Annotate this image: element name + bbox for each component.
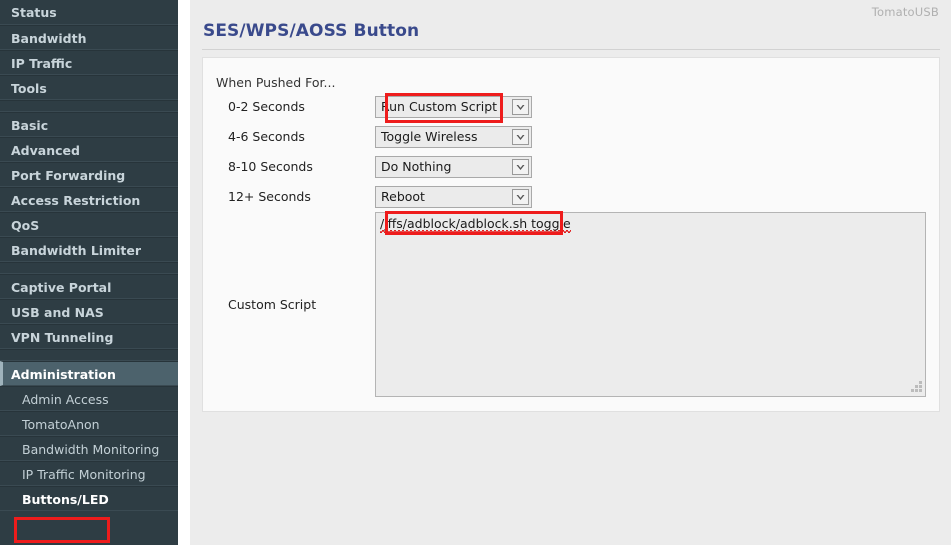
sidebar-item-label: Status — [11, 5, 57, 20]
sidebar-item-port-forwarding[interactable]: Port Forwarding — [0, 162, 178, 187]
sidebar-item-ip-traffic-monitoring[interactable]: IP Traffic Monitoring — [0, 461, 178, 486]
sidebar-item-label: VPN Tunneling — [11, 330, 114, 345]
sidebar-spacer — [0, 262, 178, 274]
duration-label: 4-6 Seconds — [228, 129, 305, 144]
sidebar-item-label: IP Traffic Monitoring — [22, 467, 146, 482]
sidebar-item-status[interactable]: Status — [0, 0, 178, 25]
action-select-value: Run Custom Script — [381, 99, 498, 114]
sidebar-item-usb-and-nas[interactable]: USB and NAS — [0, 299, 178, 324]
sidebar-item-label: Access Restriction — [11, 193, 141, 208]
sidebar-item-label: Admin Access — [22, 392, 109, 407]
sidebar-item-access-restriction[interactable]: Access Restriction — [0, 187, 178, 212]
sidebar-item-label: Buttons/LED — [22, 492, 109, 507]
sidebar-item-label: USB and NAS — [11, 305, 104, 320]
chevron-down-icon[interactable] — [512, 129, 529, 145]
sidebar-item-label: TomatoAnon — [22, 417, 100, 432]
sidebar-item-label: Advanced — [11, 143, 80, 158]
chevron-down-icon[interactable] — [512, 99, 529, 115]
sidebar-item-advanced[interactable]: Advanced — [0, 137, 178, 162]
sidebar-item-administration[interactable]: Administration — [0, 361, 178, 386]
duration-label: 0-2 Seconds — [228, 99, 305, 114]
sidebar-item-label: Port Forwarding — [11, 168, 126, 183]
sidebar-item-label: Bandwidth Limiter — [11, 243, 141, 258]
sidebar-item-bandwidth-limiter[interactable]: Bandwidth Limiter — [0, 237, 178, 262]
action-select[interactable]: Reboot — [375, 186, 532, 208]
sidebar-spacer — [0, 100, 178, 112]
section-heading: When Pushed For... — [216, 75, 336, 90]
sidebar-item-vpn-tunneling[interactable]: VPN Tunneling — [0, 324, 178, 349]
action-select[interactable]: Toggle Wireless — [375, 126, 532, 148]
sidebar-item-ip-traffic[interactable]: IP Traffic — [0, 50, 178, 75]
sidebar-spacer — [0, 349, 178, 361]
custom-script-row: Custom Script /jffs/adblock/adblock.sh t… — [203, 212, 939, 398]
form-row: 8-10 Seconds Do Nothing — [203, 156, 939, 186]
sidebar-nav-list: Status Bandwidth IP Traffic Tools Basic Advan… — [0, 0, 178, 511]
sidebar-item-buttons-led[interactable]: Buttons/LED — [0, 486, 178, 511]
sidebar-item-basic[interactable]: Basic — [0, 112, 178, 137]
duration-label: 8-10 Seconds — [228, 159, 313, 174]
annotation-box-buttons-led — [14, 517, 110, 543]
sidebar-item-bandwidth-monitoring[interactable]: Bandwidth Monitoring — [0, 436, 178, 461]
sidebar-item-tools[interactable]: Tools — [0, 75, 178, 100]
page-title: SES/WPS/AOSS Button — [203, 21, 420, 41]
main-content: TomatoUSB SES/WPS/AOSS Button When Pushe… — [190, 0, 951, 545]
sidebar: Status Bandwidth IP Traffic Tools Basic Advan… — [0, 0, 178, 545]
sidebar-item-label: Tools — [11, 81, 47, 96]
duration-label: 12+ Seconds — [228, 189, 311, 204]
form-row: 0-2 Seconds Run Custom Script — [203, 96, 939, 126]
sidebar-item-tomatoanon[interactable]: TomatoAnon — [0, 411, 178, 436]
form-row: 4-6 Seconds Toggle Wireless — [203, 126, 939, 156]
sidebar-item-label: Administration — [11, 367, 116, 382]
custom-script-value: /jffs/adblock/adblock.sh toggle — [380, 216, 571, 231]
sidebar-item-bandwidth[interactable]: Bandwidth — [0, 25, 178, 50]
action-select[interactable]: Do Nothing — [375, 156, 532, 178]
custom-script-label: Custom Script — [228, 297, 317, 312]
custom-script-textarea[interactable]: /jffs/adblock/adblock.sh toggle — [375, 212, 926, 397]
textarea-resize-handle[interactable] — [910, 381, 922, 393]
sidebar-item-captive-portal[interactable]: Captive Portal — [0, 274, 178, 299]
sidebar-item-label: QoS — [11, 218, 40, 233]
action-select-value: Toggle Wireless — [381, 129, 478, 144]
sidebar-item-label: Bandwidth — [11, 31, 87, 46]
sidebar-item-label: IP Traffic — [11, 56, 73, 71]
sidebar-item-label: Captive Portal — [11, 280, 112, 295]
brand-label: TomatoUSB — [871, 5, 939, 19]
sidebar-item-label: Basic — [11, 118, 49, 133]
sidebar-content-gutter — [178, 0, 190, 545]
title-divider — [202, 49, 940, 50]
sidebar-item-qos[interactable]: QoS — [0, 212, 178, 237]
sidebar-item-admin-access[interactable]: Admin Access — [0, 386, 178, 411]
action-select-value: Do Nothing — [381, 159, 452, 174]
action-select-value: Reboot — [381, 189, 425, 204]
chevron-down-icon[interactable] — [512, 159, 529, 175]
sidebar-item-label: Bandwidth Monitoring — [22, 442, 160, 457]
chevron-down-icon[interactable] — [512, 189, 529, 205]
action-select[interactable]: Run Custom Script — [375, 96, 532, 118]
settings-panel: When Pushed For... 0-2 Seconds Run Custom… — [202, 57, 940, 412]
